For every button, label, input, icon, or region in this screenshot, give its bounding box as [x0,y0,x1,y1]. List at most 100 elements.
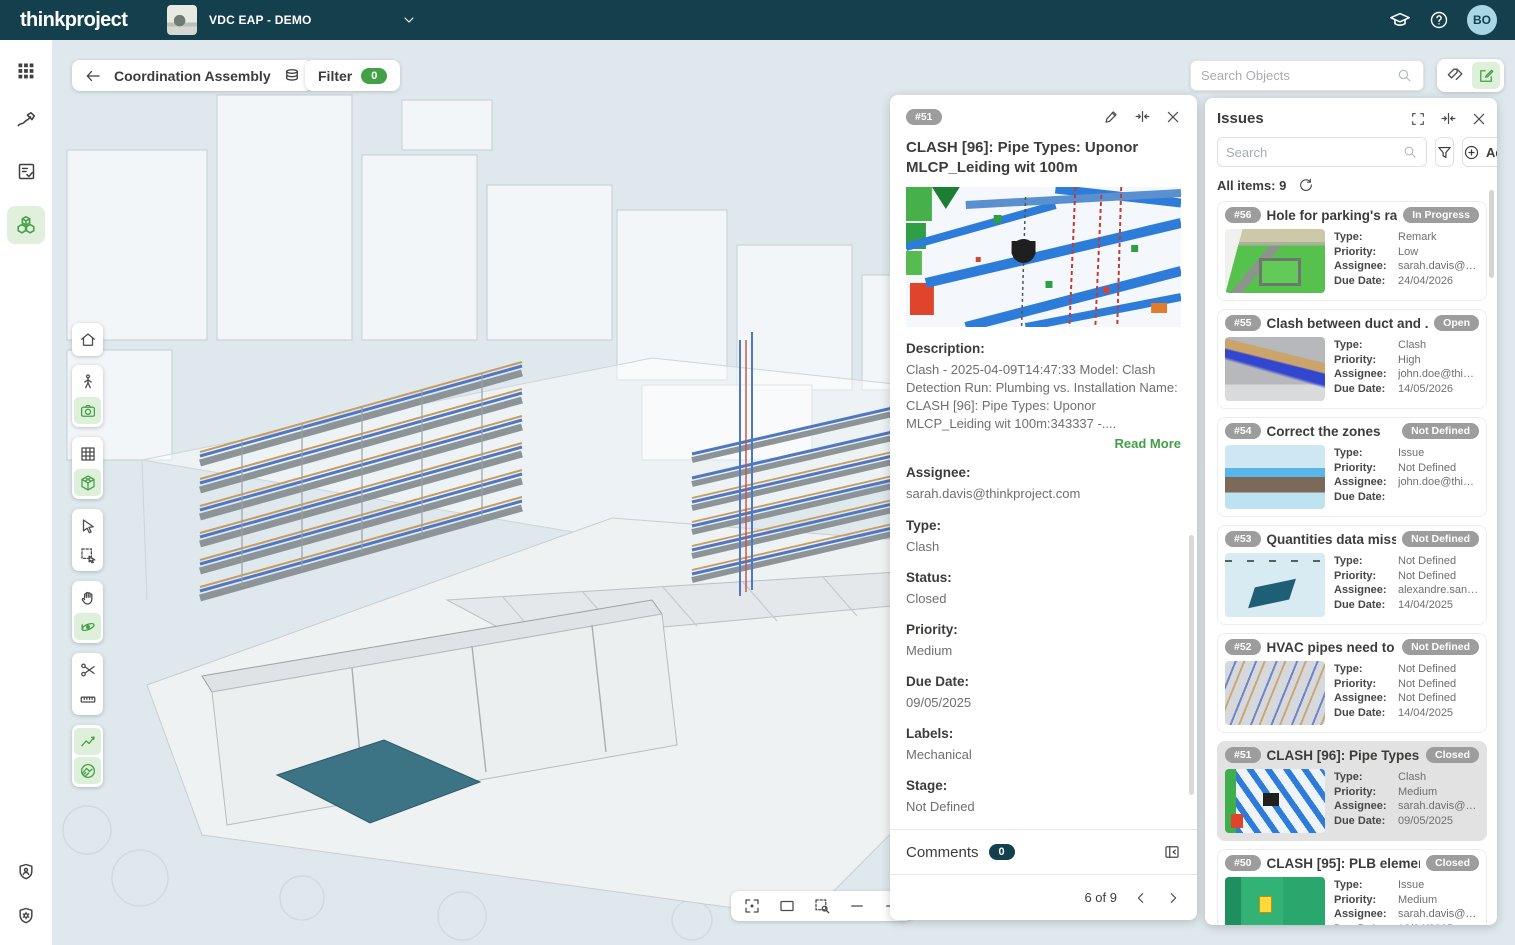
filter-button[interactable]: Filter 0 [305,60,400,91]
issue-card-title: Correct the zones [1267,424,1397,439]
zoom-out-icon[interactable] [846,895,868,917]
terrain-icon[interactable] [74,757,101,784]
issue-card-title: HVAC pipes need to be ... [1267,640,1397,655]
comments-bar[interactable]: Comments 0 [890,829,1197,874]
orbit-icon[interactable] [74,613,101,640]
status-badge: Open [1434,315,1479,331]
close-icon[interactable] [1165,109,1181,125]
field-label: Stage: [906,778,1181,793]
topbar: thinkproject VDC EAP - DEMO BO [0,0,1515,40]
refresh-icon[interactable] [1298,177,1314,193]
cursor-icon[interactable] [74,512,101,539]
collapse-icon[interactable] [1440,110,1457,127]
home-icon[interactable] [74,326,101,353]
redline-icon[interactable] [11,106,41,136]
fullscreen-icon[interactable] [1410,111,1426,127]
issue-card[interactable]: #52 HVAC pipes need to be ... Not Define… [1217,633,1487,733]
breadcrumb: Coordination Assembly [72,60,313,91]
field-value: Not Defined [906,798,1181,816]
edit-pencil-icon[interactable] [1103,108,1120,125]
issues-list: #56 Hole for parking's ramp In Progress … [1217,201,1487,925]
field-label: Assignee: [1334,476,1394,488]
field-label: Priority: [1334,354,1394,366]
checklist-icon[interactable] [11,156,41,186]
collapse-icon[interactable] [1134,108,1151,125]
add-issue-button[interactable]: Add [1462,137,1497,167]
field-label: Priority: [1334,786,1394,798]
settings-shield-icon[interactable] [11,901,41,931]
field-value: Not Defined [1398,663,1479,675]
detail-scrollbar[interactable] [1189,535,1194,795]
fit-view-icon[interactable] [741,895,763,917]
cube-3d-icon[interactable] [74,469,101,496]
field-label: Due Date: [1334,815,1394,827]
field-value: john.doe@think... [1398,476,1479,488]
detail-pagination: 6 of 9 [890,874,1197,920]
all-items-count: All items: 9 [1217,178,1286,193]
field-value: Not Defined [1398,462,1479,474]
issues-scrollbar[interactable] [1489,190,1494,278]
field-value: Not Defined [1398,678,1479,690]
models-cubes-icon[interactable] [7,206,45,244]
field-label: Priority: [906,622,1181,637]
search-objects-input[interactable] [1201,68,1396,83]
layers-list-icon[interactable] [283,67,301,85]
help-icon[interactable] [1429,10,1449,30]
field-label: Priority: [1334,246,1394,258]
back-arrow-icon[interactable] [84,67,102,85]
issue-thumbnail [1225,445,1325,509]
training-icon[interactable] [1389,9,1411,31]
field-value: Clash [1398,339,1479,351]
field-label: Type: [906,518,1181,533]
issue-card[interactable]: #55 Clash between duct and ... Open Type… [1217,309,1487,409]
camera-icon[interactable] [74,397,101,424]
issues-search-input[interactable] [1226,145,1402,160]
apps-grid-icon[interactable] [11,56,41,86]
issue-card-selected[interactable]: #51 CLASH [96]: Pipe Types: U... Closed … [1217,741,1487,841]
issue-id-badge: #50 [1225,855,1261,871]
issue-card[interactable]: #54 Correct the zones Not Defined Type:I… [1217,417,1487,517]
issue-card-title: Quantities data missing [1267,532,1397,547]
issue-id-badge: #53 [1225,531,1261,547]
issues-panel: Issues Add [1205,98,1497,925]
search-objects-box [1190,60,1424,91]
rect-zoom-icon[interactable] [776,895,798,917]
grid-icon[interactable] [74,440,101,467]
measure-ruler-icon[interactable] [74,685,101,712]
filter-label: Filter [318,68,352,84]
tool-group-markup [72,725,103,787]
markup-edit-icon[interactable] [1472,62,1500,89]
admin-shield-icon[interactable] [11,857,41,887]
sidebar [0,40,52,945]
field-label: Assignee: [1334,908,1394,920]
issue-card[interactable]: #50 CLASH [95]: PLB elemen... Closed Typ… [1217,849,1487,925]
tags-icon[interactable] [1441,62,1469,89]
close-icon[interactable] [1471,111,1487,127]
project-selector[interactable]: VDC EAP - DEMO [167,5,417,35]
field-label: Due Date: [1334,707,1394,719]
walk-icon[interactable] [74,368,101,395]
marquee-select-icon[interactable] [74,541,101,568]
status-badge: In Progress [1403,207,1479,223]
pan-hand-icon[interactable] [74,584,101,611]
avatar[interactable]: BO [1467,5,1497,35]
field-label: Due Date: [1334,275,1394,287]
field-value: Medium [1398,786,1479,798]
window-zoom-icon[interactable] [811,895,833,917]
field-label: Due Date: [906,674,1181,689]
filter-funnel-icon[interactable] [1435,137,1454,167]
field-label: Assignee: [1334,584,1394,596]
issue-id-badge: #54 [1225,423,1261,439]
issues-title: Issues [1217,110,1264,127]
field-label: Due Date: [1334,599,1394,611]
section-scissors-icon[interactable] [74,656,101,683]
chevron-left-icon[interactable] [1133,890,1149,906]
issue-card[interactable]: #53 Quantities data missing Not Defined … [1217,525,1487,625]
zoom-toolbar [731,891,913,921]
panel-toggle-icon[interactable] [1163,843,1181,861]
read-more-link[interactable]: Read More [906,436,1181,451]
chevron-right-icon[interactable] [1165,890,1181,906]
field-label: Assignee: [1334,692,1394,704]
issue-card[interactable]: #56 Hole for parking's ramp In Progress … [1217,201,1487,301]
polyline-icon[interactable] [74,728,101,755]
